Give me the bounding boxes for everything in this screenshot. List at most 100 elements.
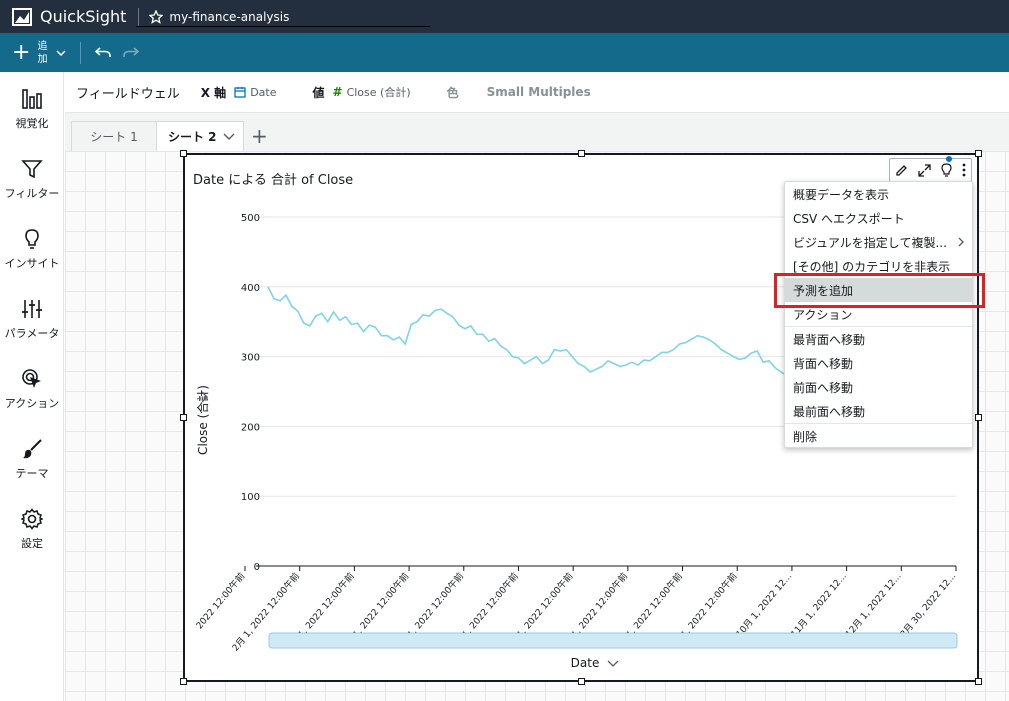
x-axis-well[interactable]: X 軸 Date [201,84,277,101]
top-bar: QuickSight my-finance-analysis [0,0,1009,33]
menu-item-label: 削除 [793,429,818,444]
quicksight-logo[interactable]: QuickSight [12,7,126,26]
resize-handle[interactable] [578,678,585,685]
measure-icon: # [332,85,343,99]
resize-handle[interactable] [180,678,187,685]
field-wells-bar: フィールドウェル X 軸 Date 値 # Close (合計) 色 Small… [65,72,1009,113]
filter-icon [21,160,43,179]
x-tick-label: 1, 2022 12:00午前 [569,570,630,640]
menu-item-send-backward[interactable]: 背面へ移動 [785,351,972,375]
sidebar-item-parameters[interactable]: パラメータ [0,296,64,341]
cursor-click-icon [22,369,41,388]
plus-icon: + [12,39,31,65]
divider [80,41,82,64]
menu-item-view-summary[interactable]: 概要データを表示 [785,182,972,206]
x-tick-label: 1, 2022 12:00午前 [514,570,575,640]
sidebar-item-themes[interactable]: テーマ [0,436,64,481]
calendar-icon [234,87,246,98]
brush-icon [23,439,42,459]
sidebar-item-insights[interactable]: インサイト [0,226,64,271]
highlight-box [774,273,985,308]
menu-item-bring-to-front[interactable]: 最前面へ移動 [785,399,972,423]
x-tick-label: 1, 2022 12:00午前 [295,570,356,640]
add-button[interactable]: + 追 加 [12,40,66,66]
menu-item-label: 最前面へ移動 [793,404,866,419]
color-well[interactable]: 色 [447,84,467,101]
resize-handle[interactable] [180,150,187,157]
series-line [267,286,794,378]
tab-sheet-2[interactable]: シート 2 [156,121,244,151]
sheet-tabs: シート 1 シート 2 + [65,113,1009,151]
x-tick-label: 1, 2022 12:00午前 [350,570,411,640]
y-axis-title: Close (合計) [195,385,210,455]
brand-name: QuickSight [40,7,127,26]
add-label: 追 加 [36,40,48,66]
chevron-right-icon [958,237,964,247]
chevron-down-icon [56,49,66,56]
menu-item-duplicate-to[interactable]: ビジュアルを指定して複製... [785,230,972,254]
menu-item-label: ビジュアルを指定して複製... [793,235,947,250]
menu-item-label: 概要データを表示 [793,187,890,202]
chart-scrollbar [268,632,958,649]
menu-item-delete[interactable]: 削除 [785,424,972,448]
value-field: Close (合計) [346,86,411,99]
resize-handle[interactable] [975,678,982,685]
gear-icon [21,508,43,530]
menu-item-label: 前面へ移動 [793,380,854,395]
tab-sheet-1[interactable]: シート 1 [71,121,157,151]
add-label-line2: 加 [37,53,48,65]
x-tick-label: 12月 1, 2022 12... [843,571,903,640]
field-wells-title[interactable]: フィールドウェル [76,83,180,102]
x-axis-title: Date [571,656,600,670]
analysis-name: my-finance-analysis [169,9,290,24]
redo-icon[interactable] [123,46,140,59]
resize-handle[interactable] [180,414,187,421]
x-axis-label: X 軸 [200,85,227,100]
resize-handle[interactable] [975,150,982,157]
value-well[interactable]: 値 # Close (合計) [312,84,410,101]
divider [138,7,140,26]
menu-item-label: [その他] のカテゴリを非表示 [793,259,951,274]
value-label: 値 [312,85,325,100]
sidebar-item-label: インサイト [4,257,60,270]
quicksight-logo-icon [12,7,32,26]
small-multiples-label: Small Multiples [486,85,591,99]
resize-handle[interactable] [578,150,585,157]
x-tick-label: 10月 1, 2022 12... [734,571,794,640]
y-tick-label: 0 [254,562,260,573]
x-tick-label: 1, 2022 12:00午前 [459,570,520,640]
sidebar-item-label: フィルター [4,187,60,200]
x-tick-label: 1, 2022 12:00午前 [623,570,684,640]
menu-item-label: 最背面へ移動 [793,332,866,347]
menu-item-bring-forward[interactable]: 前面へ移動 [785,375,972,399]
left-sidebar: 視覚化 フィルター インサイト パラメータ アクション テーマ 設定 [0,72,64,701]
y-tick-label: 200 [241,422,260,433]
sidebar-item-label: 設定 [21,537,43,550]
menu-item-send-to-back[interactable]: 最背面へ移動 [785,327,972,351]
menu-item-export-csv[interactable]: CSV へエクスポート [785,206,972,230]
sidebar-item-visualize[interactable]: 視覚化 [0,86,64,131]
x-tick-label: 1, 2022 12:00午前 [678,570,739,640]
visual-context-menu: 概要データを表示 CSV へエクスポート ビジュアルを指定して複製... [その… [784,181,973,448]
star-icon[interactable] [149,9,164,24]
menu-item-label: CSV へエクスポート [793,211,905,226]
x-axis-chevron-icon [607,660,619,667]
sidebar-item-actions[interactable]: アクション [0,366,64,411]
x-tick-label: 1, 2022 12:00午前 [405,570,466,640]
undo-icon[interactable] [95,46,112,59]
add-label-line1: 追 [37,40,48,52]
x-tick-label: 2022 12:00午前 [193,570,247,631]
sidebar-item-filter[interactable]: フィルター [0,156,64,201]
x-tick-label: 11月 1, 2022 12... [789,571,849,640]
resize-handle[interactable] [975,414,982,421]
sliders-icon [22,300,42,318]
menu-item-label: 背面へ移動 [793,356,854,371]
add-sheet-button[interactable]: + [251,124,268,148]
analysis-title[interactable]: my-finance-analysis [149,9,290,24]
divider [136,26,430,27]
sidebar-item-settings[interactable]: 設定 [0,506,64,551]
chevron-down-icon[interactable] [223,133,235,141]
x-axis-field: Date [250,85,277,99]
small-multiples-well[interactable]: Small Multiples [487,85,599,99]
tab-label: シート 2 [168,130,217,144]
